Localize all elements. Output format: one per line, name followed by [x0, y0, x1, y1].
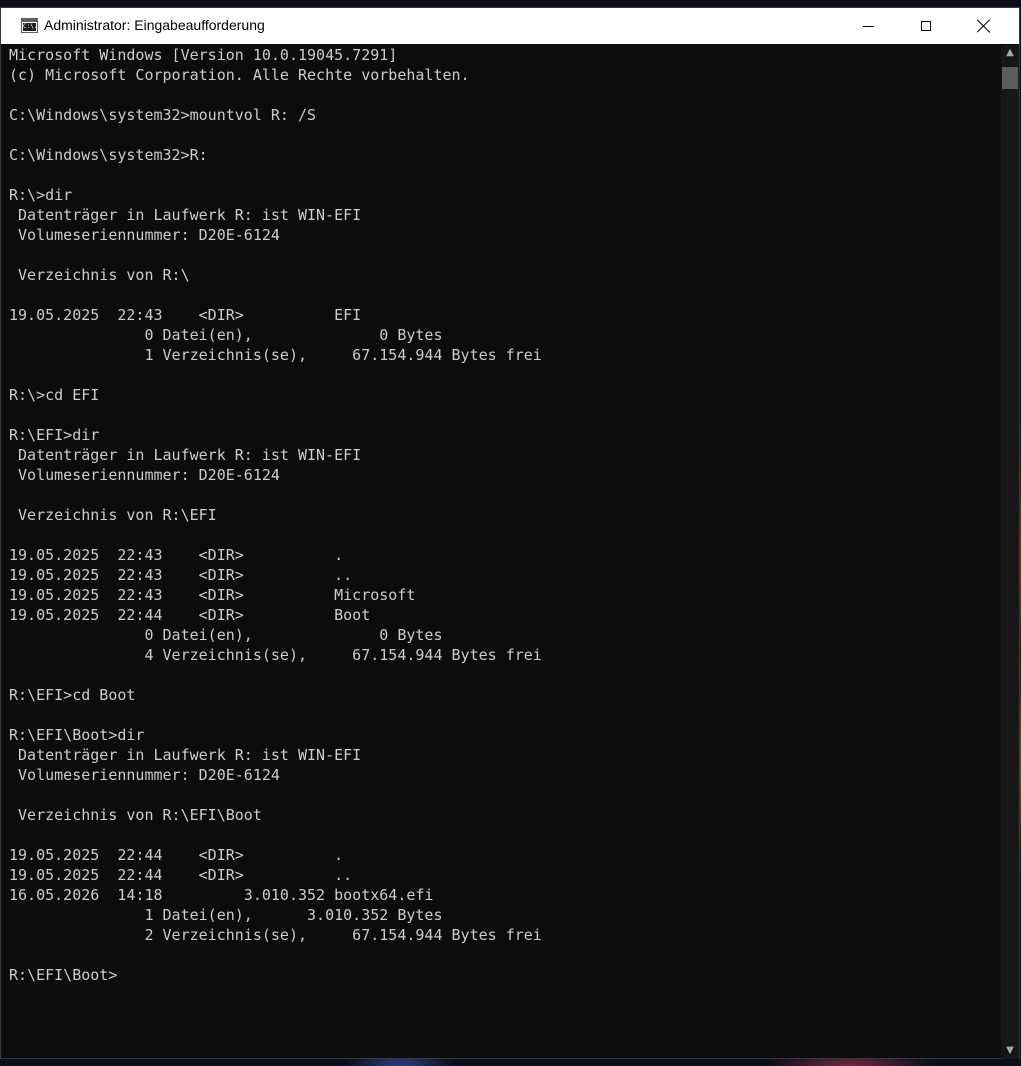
console-line: 19.05.2025 22:44 <DIR> ..	[9, 866, 353, 884]
console-line	[9, 125, 989, 145]
title-bar[interactable]: C:\. Administrator: Eingabeaufforderung	[1, 8, 1019, 44]
console-line: R:\EFI>cd Boot	[9, 686, 136, 704]
console-line: R:\EFI\Boot>dir	[9, 726, 145, 744]
console-line: Datenträger in Laufwerk R: ist WIN-EFI	[9, 746, 362, 764]
console-line: Microsoft Windows [Version 10.0.19045.72…	[9, 46, 398, 64]
console-line: R:\EFI\Boot>	[9, 966, 118, 984]
console-line	[9, 85, 989, 105]
console-line	[9, 285, 989, 305]
console-line: 19.05.2025 22:44 <DIR> Boot	[9, 606, 371, 624]
close-icon	[977, 19, 991, 33]
close-button[interactable]	[955, 8, 1013, 44]
console-line	[9, 165, 989, 185]
maximize-icon	[921, 21, 931, 31]
console-line: R:\>dir	[9, 186, 73, 204]
console-line: Verzeichnis von R:\EFI	[9, 506, 217, 524]
command-prompt-window[interactable]: C:\. Administrator: Eingabeaufforderung …	[0, 7, 1020, 1059]
console-line	[9, 525, 989, 545]
console-line: 19.05.2025 22:44 <DIR> .	[9, 846, 344, 864]
console-line	[9, 665, 989, 685]
console-line: Datenträger in Laufwerk R: ist WIN-EFI	[9, 446, 362, 464]
console-line: (c) Microsoft Corporation. Alle Rechte v…	[9, 66, 470, 84]
scrollbar-thumb[interactable]	[1002, 67, 1018, 89]
console-line: 4 Verzeichnis(se), 67.154.944 Bytes frei	[9, 646, 542, 664]
scroll-down-arrow-icon[interactable]: ▼	[1001, 1043, 1019, 1059]
console-line: Verzeichnis von R:\EFI\Boot	[9, 806, 262, 824]
vertical-scrollbar[interactable]: ▲ ▼	[1001, 45, 1019, 1059]
minimize-button[interactable]	[839, 8, 897, 44]
console-line: 19.05.2025 22:43 <DIR> Microsoft	[9, 586, 416, 604]
console-line	[9, 705, 989, 725]
maximize-button[interactable]	[897, 8, 955, 44]
console-line: 2 Verzeichnis(se), 67.154.944 Bytes frei	[9, 926, 542, 944]
console-line: Datenträger in Laufwerk R: ist WIN-EFI	[9, 206, 362, 224]
console-line: 0 Datei(en), 0 Bytes	[9, 326, 443, 344]
console-line: Volumeseriennummer: D20E-6124	[9, 226, 280, 244]
console-line: C:\Windows\system32>R:	[9, 146, 208, 164]
window-title: Administrator: Eingabeaufforderung	[44, 17, 265, 33]
console-line	[9, 945, 989, 965]
console-line	[9, 365, 989, 385]
console-line	[9, 825, 989, 845]
console-line	[9, 405, 989, 425]
console-line	[9, 245, 989, 265]
console-line	[9, 485, 989, 505]
console-line: Verzeichnis von R:\	[9, 266, 190, 284]
console-output[interactable]: Microsoft Windows [Version 10.0.19045.72…	[9, 45, 989, 1055]
console-line: R:\EFI>dir	[9, 426, 100, 444]
console-line: 19.05.2025 22:43 <DIR> ..	[9, 566, 353, 584]
console-line: 19.05.2025 22:43 <DIR> EFI	[9, 306, 362, 324]
console-line	[9, 785, 989, 805]
scroll-up-arrow-icon[interactable]: ▲	[1001, 45, 1019, 61]
console-line: 1 Datei(en), 3.010.352 Bytes	[9, 906, 443, 924]
console-line: 19.05.2025 22:43 <DIR> .	[9, 546, 344, 564]
console-line: 16.05.2026 14:18 3.010.352 bootx64.efi	[9, 886, 434, 904]
console-line: Volumeseriennummer: D20E-6124	[9, 766, 280, 784]
console-line: 0 Datei(en), 0 Bytes	[9, 626, 443, 644]
cmd-icon[interactable]: C:\.	[21, 18, 38, 33]
console-line: C:\Windows\system32>mountvol R: /S	[9, 106, 317, 124]
console-line: R:\>cd EFI	[9, 386, 100, 404]
minimize-icon	[862, 25, 874, 27]
console-line: Volumeseriennummer: D20E-6124	[9, 466, 280, 484]
console-line: 1 Verzeichnis(se), 67.154.944 Bytes frei	[9, 346, 542, 364]
